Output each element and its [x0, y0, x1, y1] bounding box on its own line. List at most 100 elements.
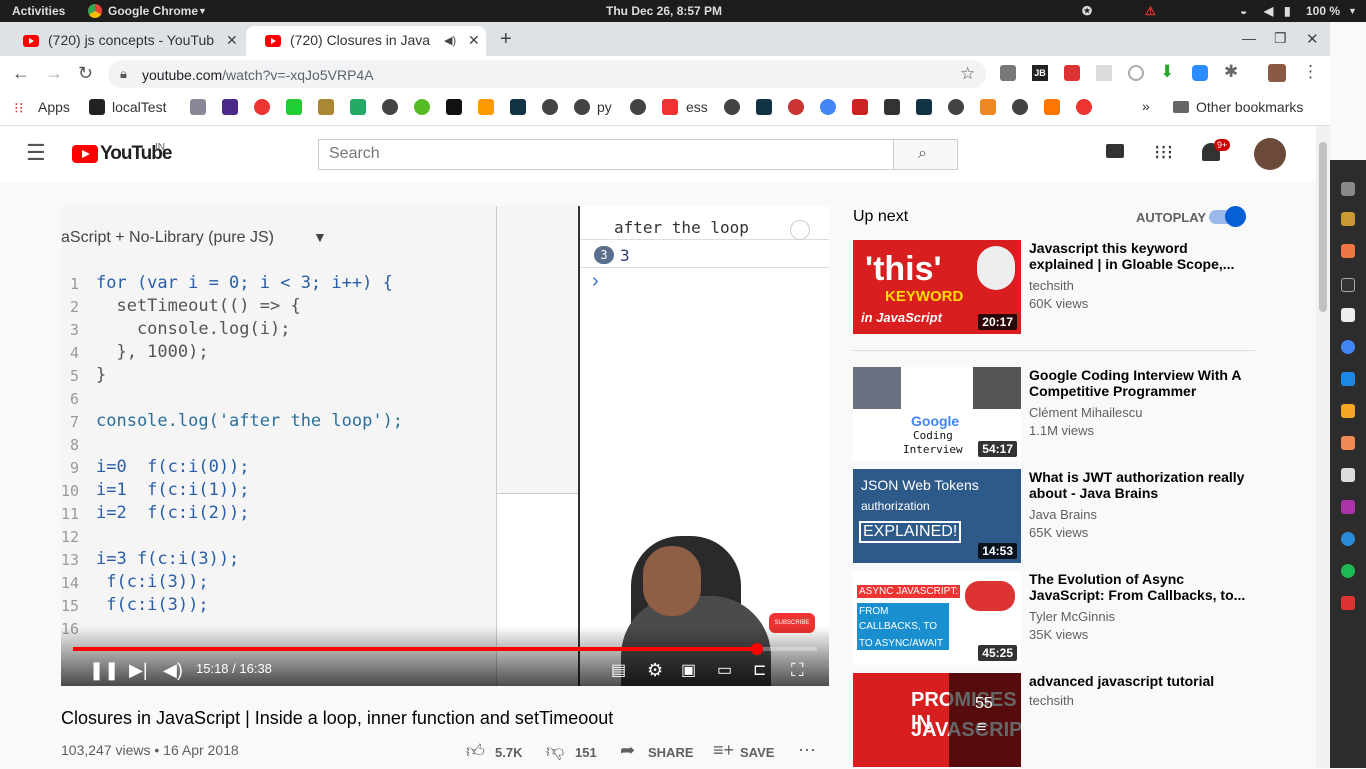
bookmark-icon[interactable] — [190, 99, 206, 115]
bookmark-icon[interactable] — [788, 99, 804, 115]
bookmark-icon[interactable] — [916, 99, 932, 115]
recommendation-title[interactable]: The Evolution of Async JavaScript: From … — [1029, 571, 1249, 603]
bookmark-icon[interactable] — [662, 99, 678, 115]
warning-icon[interactable]: ⚠ — [1145, 4, 1156, 18]
globe-icon[interactable] — [542, 99, 558, 115]
bookmark-icon[interactable] — [884, 99, 900, 115]
bookmark-apps[interactable]: Apps — [38, 99, 70, 115]
clock[interactable]: Thu Dec 26, 8:57 PM — [606, 4, 722, 18]
minimize-icon[interactable]: — — [1242, 30, 1256, 46]
menu-dots-icon[interactable]: ⋮ — [1302, 62, 1319, 82]
recommendation-item[interactable]: 'this' KEYWORD in JavaScript 20:17 Javas… — [853, 240, 1255, 336]
settings-gear-icon[interactable]: ⚙ — [647, 660, 663, 681]
apps-grid-icon[interactable]: ⁝⁝⁝ — [1154, 140, 1173, 165]
filezilla-icon[interactable] — [1341, 308, 1355, 322]
bookmark-icon[interactable] — [254, 99, 270, 115]
thumbs-up-icon[interactable]: 👍︎ — [466, 740, 485, 762]
page-scrollbar[interactable] — [1316, 126, 1330, 768]
zoom-icon[interactable] — [1192, 65, 1208, 81]
thumbs-down-icon[interactable]: 👎︎ — [546, 740, 564, 762]
back-icon[interactable]: ← — [12, 63, 30, 84]
google-icon[interactable] — [820, 99, 836, 115]
channel-name[interactable]: Tyler McGinnis — [1029, 609, 1115, 624]
more-actions-icon[interactable]: ⋯ — [798, 740, 816, 761]
like-count[interactable]: 5.7K — [495, 745, 522, 760]
activities-button[interactable]: Activities — [12, 4, 65, 18]
bookmark-icon[interactable] — [446, 99, 462, 115]
user-avatar[interactable] — [1254, 138, 1286, 170]
dock-app-icon[interactable] — [1341, 500, 1355, 514]
miniplayer-icon[interactable]: ▣ — [681, 660, 696, 680]
bookmark-icon[interactable] — [350, 99, 366, 115]
bookmark-localtest[interactable]: localTest — [112, 99, 166, 115]
bookmark-ess[interactable]: ess — [686, 99, 708, 115]
system-menu-icon[interactable]: ▼ — [1348, 6, 1357, 16]
globe-icon[interactable] — [382, 99, 398, 115]
bookmark-icon[interactable] — [510, 99, 526, 115]
recommendation-item[interactable]: JSON Web Tokens authorization EXPLAINED!… — [853, 469, 1255, 565]
scrollbar-thumb[interactable] — [1319, 142, 1327, 312]
extension-badge-icon[interactable] — [1064, 65, 1080, 81]
bookmark-py[interactable]: py — [597, 99, 612, 115]
show-apps-icon[interactable] — [1341, 182, 1355, 196]
video-thumbnail[interactable]: 'this' KEYWORD in JavaScript 20:17 — [853, 240, 1021, 334]
recommendation-playlist[interactable]: PROMISES IN JAVASCRIPT 55 ≡ advanced jav… — [853, 673, 1255, 769]
theater-mode-icon[interactable]: ▭ — [717, 660, 732, 680]
channel-name[interactable]: Clément Mihailescu — [1029, 405, 1142, 420]
globe-icon[interactable] — [574, 99, 590, 115]
extension-icon[interactable] — [1128, 65, 1144, 81]
playlist-thumbnail[interactable]: PROMISES IN JAVASCRIPT 55 ≡ — [853, 673, 1021, 767]
bookmark-star-icon[interactable]: ☆ — [960, 64, 975, 84]
reload-icon[interactable]: ↻ — [78, 63, 93, 84]
restore-icon[interactable]: ❐ — [1274, 30, 1287, 47]
jb-extension-icon[interactable]: JB — [1032, 65, 1048, 81]
search-button[interactable]: ⌕ — [893, 139, 958, 170]
sublime-icon[interactable] — [1341, 404, 1355, 418]
puzzle-icon[interactable]: ✱ — [1224, 62, 1238, 82]
dislike-count[interactable]: 151 — [575, 745, 597, 760]
globe-icon[interactable] — [1012, 99, 1028, 115]
forward-icon[interactable]: → — [45, 63, 63, 84]
extension-icon[interactable] — [1096, 65, 1112, 81]
bookmark-icon[interactable] — [756, 99, 772, 115]
address-bar[interactable]: 🔒︎ youtube.com/watch?v=-xqJo5VRP4A ☆ — [108, 60, 986, 88]
channel-name[interactable]: Java Brains — [1029, 507, 1097, 522]
bookmark-icon[interactable] — [980, 99, 996, 115]
download-arrow-icon[interactable]: ⬇ — [1160, 62, 1174, 82]
profile-avatar[interactable] — [1268, 64, 1286, 82]
recommendation-title[interactable]: Javascript this keyword explained | in G… — [1029, 240, 1249, 272]
create-video-icon[interactable] — [1106, 144, 1124, 158]
chrome-icon[interactable] — [1341, 340, 1355, 354]
subtitles-icon[interactable]: ▤ — [611, 660, 626, 680]
tab-closures[interactable]: (720) Closures in Java ◀) ✕ — [246, 26, 486, 56]
bookmark-icon[interactable] — [286, 99, 302, 115]
more-bookmarks-icon[interactable]: » — [1142, 98, 1150, 114]
globe-icon[interactable] — [948, 99, 964, 115]
pause-icon[interactable]: ❚❚ — [89, 660, 119, 681]
bookmark-icon[interactable] — [318, 99, 334, 115]
save-playlist-icon[interactable]: ≡+ — [713, 740, 734, 761]
spotify-icon[interactable] — [1341, 564, 1355, 578]
channel-name[interactable]: techsith — [1029, 693, 1074, 708]
progress-bar[interactable] — [73, 647, 817, 651]
vscode-icon[interactable] — [1341, 372, 1355, 386]
dock-app-icon[interactable] — [1341, 244, 1355, 258]
dock-app-icon[interactable] — [1341, 436, 1355, 450]
share-icon[interactable]: ➦ — [620, 740, 635, 761]
bookmark-icon[interactable] — [1044, 99, 1060, 115]
video-thumbnail[interactable]: ASYNC JAVASCRIPT: FROM CALLBACKS, TO PRO… — [853, 571, 1021, 665]
globe-icon[interactable] — [724, 99, 740, 115]
other-bookmarks[interactable]: Other bookmarks — [1196, 99, 1303, 115]
volume-icon[interactable]: ◀) — [163, 660, 183, 681]
bookmark-icon[interactable] — [222, 99, 238, 115]
audio-playing-icon[interactable]: ◀) — [444, 34, 456, 47]
close-tab-icon[interactable]: ✕ — [226, 32, 238, 49]
bookmark-icon[interactable] — [852, 99, 868, 115]
recommendation-item[interactable]: ASYNC JAVASCRIPT: FROM CALLBACKS, TO PRO… — [853, 571, 1255, 667]
save-button[interactable]: SAVE — [740, 745, 774, 760]
filezilla-icon[interactable] — [1341, 596, 1355, 610]
share-button[interactable]: SHARE — [648, 745, 694, 760]
globe-icon[interactable] — [630, 99, 646, 115]
dock-app-icon[interactable] — [1341, 532, 1355, 546]
video-player[interactable]: aScript + No-Library (pure JS) ▼ 1 for (v… — [61, 206, 829, 686]
